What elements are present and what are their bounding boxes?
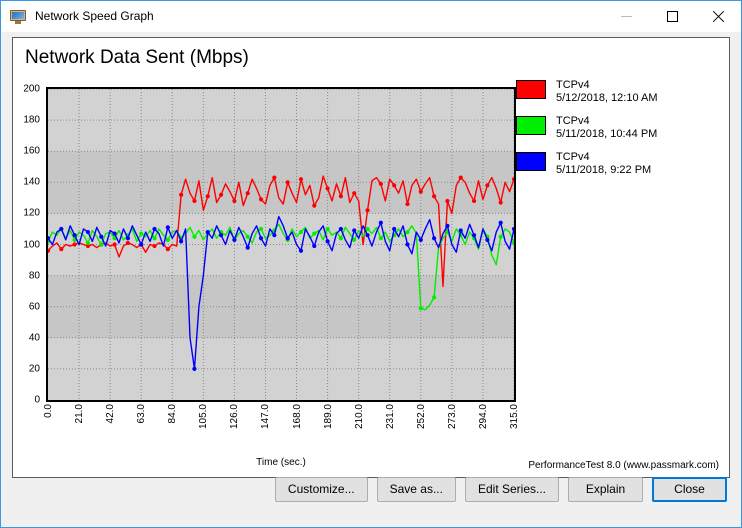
close-window-button[interactable] <box>695 1 741 32</box>
close-icon <box>712 10 725 23</box>
x-axis-tick-label: 168.0 <box>291 404 303 430</box>
x-axis-tick-label: 231.0 <box>384 404 396 430</box>
y-axis-tick-label: 80 <box>28 270 40 282</box>
x-axis-tick-label: 294.0 <box>477 404 489 430</box>
window-title: Network Speed Graph <box>35 9 154 23</box>
y-axis-tick-label: 0 <box>34 394 40 406</box>
x-axis-tick-label: 84.0 <box>167 404 179 424</box>
plot-svg <box>48 89 514 400</box>
maximize-icon <box>666 11 678 22</box>
legend-label: TCPv4 5/11/2018, 10:44 PM <box>556 115 657 141</box>
legend-series-timestamp: 5/11/2018, 10:44 PM <box>556 128 658 140</box>
x-axis-tick-label: 126.0 <box>229 404 241 430</box>
y-axis-tick-label: 160 <box>23 145 40 157</box>
y-axis-tick-label: 120 <box>23 207 40 219</box>
chart-title: Network Data Sent (Mbps) <box>25 47 249 68</box>
monitor-icon <box>10 9 26 25</box>
y-axis-tick-label: 180 <box>23 114 40 126</box>
x-axis-tick-label: 63.0 <box>136 404 148 424</box>
plot-area <box>46 87 516 402</box>
x-axis-tick-label: 189.0 <box>322 404 334 430</box>
chart-legend: TCPv4 5/12/2018, 12:10 AM TCPv4 5/11/2018, … <box>516 79 721 187</box>
maximize-button[interactable] <box>649 1 695 32</box>
window-controls <box>603 1 741 32</box>
x-axis-tick-label: 0.0 <box>43 404 54 418</box>
x-axis-tick-label: 105.0 <box>198 404 210 430</box>
close-button[interactable]: Close <box>652 476 727 502</box>
y-axis-tick-label: 200 <box>23 83 40 95</box>
legend-series-name: TCPv4 <box>556 115 590 127</box>
network-speed-graph-window: Network Speed Graph Network Data Sent (M… <box>0 0 742 528</box>
legend-series-name: TCPv4 <box>556 151 590 163</box>
x-axis-tick-label: 273.0 <box>446 404 458 430</box>
save-as-button[interactable]: Save as... <box>376 476 456 502</box>
y-axis-tick-label: 100 <box>23 239 40 250</box>
chart-panel: Network Data Sent (Mbps) 0 20 40 60 80 100 120… <box>12 37 730 478</box>
title-bar: Network Speed Graph <box>1 1 741 32</box>
customize-button[interactable]: Customize... <box>274 476 368 502</box>
x-axis-tick-label: 252.0 <box>415 404 427 430</box>
client-area: Network Data Sent (Mbps) 0 20 40 60 80 100 120… <box>1 32 741 527</box>
legend-series-timestamp: 5/12/2018, 12:10 AM <box>556 92 658 104</box>
x-axis-tick-label: 42.0 <box>105 404 117 424</box>
explain-button[interactable]: Explain <box>568 476 643 502</box>
legend-series-timestamp: 5/11/2018, 9:22 PM <box>556 164 652 176</box>
legend-series-name: TCPv4 <box>556 79 590 91</box>
x-axis-tick-label: 21.0 <box>74 404 86 424</box>
legend-color-swatch <box>516 152 546 171</box>
minimize-icon <box>620 16 632 17</box>
y-axis-tick-label: 40 <box>28 332 40 344</box>
legend-item[interactable]: TCPv4 5/11/2018, 9:22 PM <box>516 151 721 177</box>
legend-item[interactable]: TCPv4 5/12/2018, 12:10 AM <box>516 79 721 105</box>
dialog-button-bar: Customize... Save as... Edit Series... Expl… <box>1 451 741 527</box>
legend-color-swatch <box>516 116 546 135</box>
y-axis-tick-label: 60 <box>28 301 40 313</box>
legend-item[interactable]: TCPv4 5/11/2018, 10:44 PM <box>516 115 721 141</box>
legend-label: TCPv4 5/11/2018, 9:22 PM <box>556 151 651 177</box>
x-axis-tick-label: 210.0 <box>353 404 365 430</box>
legend-label: TCPv4 5/12/2018, 12:10 AM <box>556 79 658 105</box>
x-axis-tick-label: 315.0 <box>509 404 520 430</box>
y-axis-tick-label: 20 <box>28 363 40 375</box>
y-axis-tick-label: 140 <box>23 176 40 188</box>
minimize-button[interactable] <box>603 1 649 32</box>
y-axis-labels: 0 20 40 60 80 100 120 140 160 180 200 <box>13 83 44 406</box>
x-axis-tick-label: 147.0 <box>260 404 272 430</box>
edit-series-button[interactable]: Edit Series... <box>464 476 559 502</box>
legend-color-swatch <box>516 80 546 99</box>
